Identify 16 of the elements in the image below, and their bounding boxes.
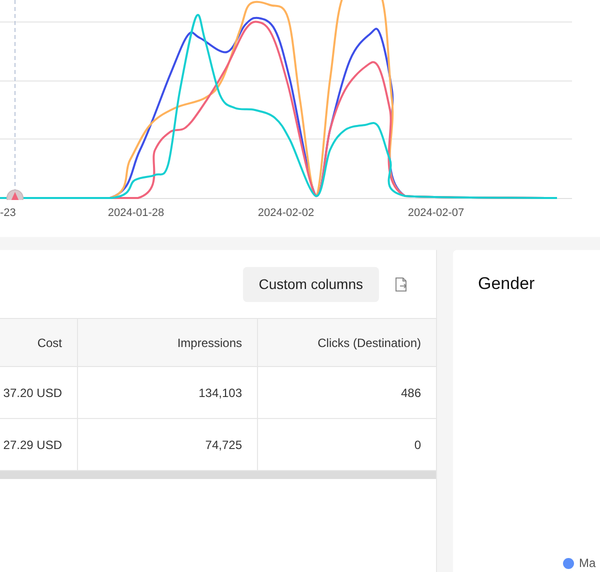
axis-label: 2024-02-02 xyxy=(258,206,314,221)
horizontal-scrollbar[interactable] xyxy=(0,471,436,479)
legend-label[interactable]: Ma xyxy=(579,554,596,572)
axis-label: -23 xyxy=(0,206,16,221)
column-header[interactable]: Clicks (Destination) xyxy=(258,318,437,367)
file-export-icon[interactable] xyxy=(395,276,408,292)
table-cell: 134,103 xyxy=(78,367,258,419)
column-header[interactable]: Cost xyxy=(0,318,78,367)
table-cell: 486 xyxy=(258,367,437,419)
axis-label: 2024-02-07 xyxy=(408,206,464,221)
custom-columns-button[interactable]: Custom columns xyxy=(242,266,379,302)
table-cell: 37.20 USD xyxy=(0,367,78,419)
card-title: Gender xyxy=(477,273,536,294)
triangle-marker-icon[interactable] xyxy=(6,190,24,200)
axis-label: 2024-01-28 xyxy=(108,206,164,221)
column-header[interactable]: Impressions xyxy=(78,318,258,367)
